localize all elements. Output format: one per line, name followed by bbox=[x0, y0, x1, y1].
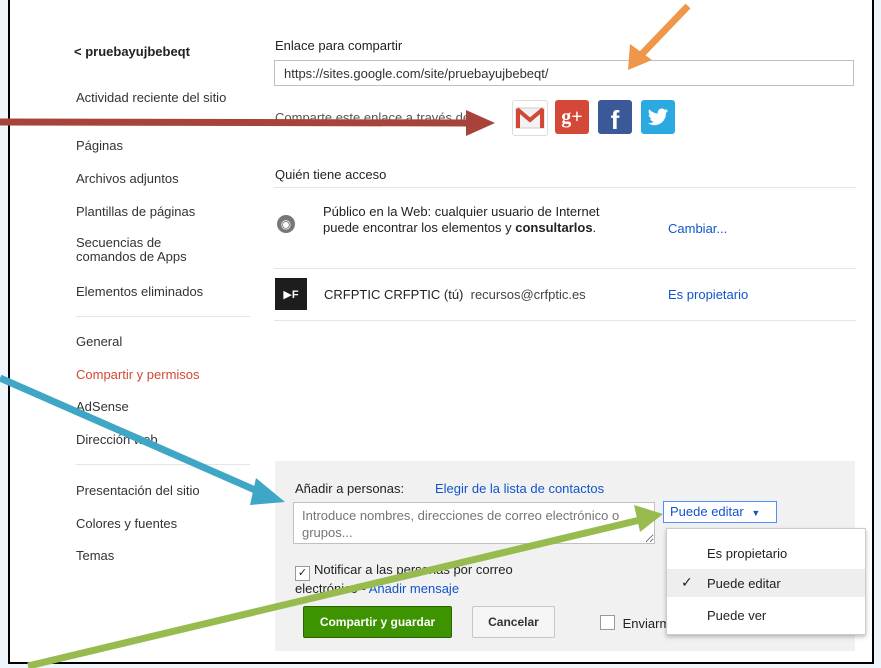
owner-row: CRFPTIC CRFPTIC (tú) recursos@crfptic.es bbox=[324, 287, 586, 302]
sidebar-item-paginas[interactable]: Páginas bbox=[76, 138, 123, 153]
sidebar-item-presentacion[interactable]: Presentación del sitio bbox=[76, 483, 200, 498]
sidebar-item-adsense[interactable]: AdSense bbox=[76, 399, 129, 414]
permission-value: Puede editar bbox=[670, 504, 744, 519]
google-plus-icon: g+ bbox=[561, 105, 583, 128]
share-url-value: https://sites.google.com/site/pruebayujb… bbox=[284, 66, 549, 81]
chevron-left-icon: < bbox=[74, 44, 82, 59]
divider bbox=[274, 268, 856, 269]
sidebar-item-direccion[interactable]: Dirección web bbox=[76, 432, 158, 447]
sidebar-divider bbox=[76, 464, 250, 465]
add-people-label: Añadir a personas: bbox=[295, 481, 405, 496]
owner-email: recursos@crfptic.es bbox=[470, 287, 586, 302]
share-and-save-button[interactable]: Compartir y guardar bbox=[303, 606, 452, 638]
menu-item-label: Puede editar bbox=[707, 576, 781, 591]
gmail-icon bbox=[515, 107, 545, 129]
public-access-end: . bbox=[592, 220, 597, 235]
caret-down-icon: ▼ bbox=[751, 508, 761, 518]
public-access-bold: consultarlos bbox=[515, 220, 593, 235]
add-message-link[interactable]: Añadir mensaje bbox=[369, 581, 459, 596]
divider bbox=[274, 320, 856, 321]
send-copy-row: Enviarm bbox=[600, 615, 670, 631]
access-heading: Quién tiene acceso bbox=[275, 167, 387, 182]
sidebar-item-temas[interactable]: Temas bbox=[76, 548, 114, 563]
gmail-share-button[interactable] bbox=[512, 100, 548, 136]
sidebar-item-actividad[interactable]: Actividad reciente del sitio bbox=[76, 90, 236, 105]
twitter-share-button[interactable] bbox=[641, 100, 675, 134]
menu-item-can-edit[interactable]: ✓ Puede editar bbox=[667, 569, 865, 597]
twitter-icon bbox=[648, 108, 668, 126]
globe-icon: ◉ bbox=[277, 215, 295, 233]
site-name: pruebayujbebeqt bbox=[85, 44, 190, 59]
add-people-input[interactable] bbox=[293, 502, 655, 544]
sidebar-divider bbox=[76, 316, 250, 317]
share-link-label: Enlace para compartir bbox=[275, 38, 403, 53]
sidebar-item-archivos[interactable]: Archivos adjuntos bbox=[76, 171, 179, 186]
menu-item-label: Puede ver bbox=[707, 608, 767, 623]
owner-name: CRFPTIC CRFPTIC (tú) bbox=[324, 287, 464, 302]
change-visibility-link[interactable]: Cambiar... bbox=[668, 221, 727, 236]
sidebar-item-eliminados[interactable]: Elementos eliminados bbox=[76, 284, 203, 299]
notify-checkbox[interactable]: ✓ bbox=[295, 566, 310, 581]
permission-menu: Es propietario ✓ Puede editar Puede ver bbox=[666, 528, 866, 635]
send-copy-label: Enviarm bbox=[622, 616, 671, 631]
send-copy-checkbox[interactable] bbox=[600, 615, 615, 630]
sidebar-item-plantillas[interactable]: Plantillas de páginas bbox=[76, 204, 195, 219]
share-url-field[interactable]: https://sites.google.com/site/pruebayujb… bbox=[274, 60, 854, 86]
settings-sidebar: < pruebayujbebeqt Actividad reciente del… bbox=[10, 0, 258, 662]
permission-select[interactable]: Puede editar ▼ bbox=[663, 501, 777, 523]
public-access-description: Público en la Web: cualquier usuario de … bbox=[323, 204, 613, 236]
divider bbox=[274, 187, 856, 188]
check-icon: ✓ bbox=[681, 574, 693, 590]
google-plus-share-button[interactable]: g+ bbox=[555, 100, 589, 134]
owner-avatar: ▶F bbox=[275, 278, 307, 310]
back-to-site-link[interactable]: < pruebayujbebeqt bbox=[74, 44, 190, 59]
sidebar-item-compartir[interactable]: Compartir y permisos bbox=[76, 367, 200, 382]
sites-settings-window: < pruebayujbebeqt Actividad reciente del… bbox=[8, 0, 874, 664]
sidebar-item-colores[interactable]: Colores y fuentes bbox=[76, 516, 177, 531]
facebook-share-button[interactable]: f bbox=[598, 100, 632, 135]
notify-row: ✓ Notificar a las personas por correo ele… bbox=[295, 562, 555, 596]
cancel-button[interactable]: Cancelar bbox=[472, 606, 555, 638]
facebook-icon: f bbox=[610, 104, 620, 135]
menu-item-label: Es propietario bbox=[707, 546, 788, 561]
sidebar-item-secuencias[interactable]: Secuencias de comandos de Apps bbox=[76, 236, 216, 264]
menu-item-owner[interactable]: Es propietario bbox=[667, 539, 865, 567]
menu-item-can-view[interactable]: Puede ver bbox=[667, 601, 865, 629]
owner-role-link[interactable]: Es propietario bbox=[668, 287, 748, 302]
choose-contacts-link[interactable]: Elegir de la lista de contactos bbox=[435, 481, 604, 496]
share-via-label: Comparte este enlace a través de: bbox=[275, 110, 474, 125]
sidebar-item-general[interactable]: General bbox=[76, 334, 122, 349]
